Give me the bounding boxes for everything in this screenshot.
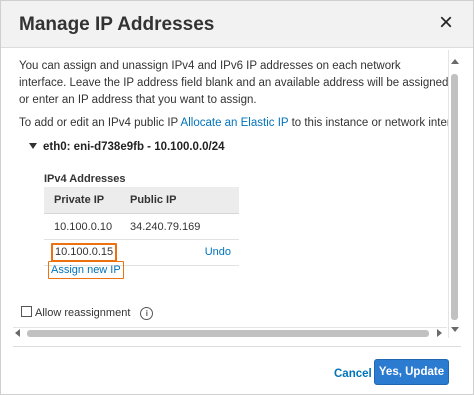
allow-reassignment-checkbox[interactable] <box>21 306 32 317</box>
yes-update-button[interactable]: Yes, Update <box>374 359 449 385</box>
header-private-ip: Private IP <box>54 194 105 206</box>
elastic-ip-line: To add or edit an IPv4 public IP Allocat… <box>19 117 459 129</box>
vertical-scrollbar[interactable] <box>448 50 461 338</box>
cancel-button[interactable]: Cancel <box>334 368 372 380</box>
description-text: You can assign and unassign IPv4 and IPv… <box>19 60 449 106</box>
dialog-title: Manage IP Addresses <box>19 14 215 35</box>
ipv4-section-label: IPv4 Addresses <box>44 173 126 185</box>
allow-reassignment-row: Allow reassignment i <box>21 306 154 320</box>
new-private-ip-input[interactable] <box>51 243 117 262</box>
undo-link[interactable]: Undo <box>205 246 231 258</box>
ipv4-table-header: Private IP Public IP <box>44 187 239 214</box>
close-icon[interactable]: × <box>435 10 457 36</box>
dialog-header: Manage IP Addresses × <box>1 1 473 48</box>
horizontal-scrollbar[interactable] <box>13 327 447 339</box>
elastic-prefix: To add or edit an IPv4 public IP <box>19 117 181 129</box>
scroll-down-icon[interactable] <box>451 327 459 332</box>
vertical-scroll-thumb[interactable] <box>451 74 458 320</box>
interface-label: eth0: eni-d738e9fb - 10.100.0.0/24 <box>43 141 225 153</box>
table-row: 10.100.0.10 34.240.79.169 <box>44 214 239 240</box>
allow-reassignment-label: Allow reassignment <box>35 307 131 319</box>
interface-toggle[interactable]: eth0: eni-d738e9fb - 10.100.0.0/24 <box>29 141 225 153</box>
dialog-body: You can assign and unassign IPv4 and IPv… <box>1 48 459 340</box>
caret-down-icon <box>29 143 37 149</box>
horizontal-scroll-thumb[interactable] <box>27 330 429 337</box>
scroll-right-icon[interactable] <box>437 329 442 337</box>
footer-divider <box>13 346 461 347</box>
allocate-elastic-ip-link[interactable]: Allocate an Elastic IP <box>181 117 289 129</box>
scroll-up-icon[interactable] <box>451 59 459 64</box>
public-ip-value: 34.240.79.169 <box>130 221 201 233</box>
info-icon[interactable]: i <box>140 307 154 320</box>
header-public-ip: Public IP <box>130 194 177 206</box>
assign-new-ip-button[interactable]: Assign new IP <box>48 261 124 279</box>
scroll-left-icon[interactable] <box>15 329 20 337</box>
elastic-suffix: to this instance or network interface. <box>288 117 459 129</box>
manage-ip-dialog: Manage IP Addresses × You can assign and… <box>0 0 474 395</box>
private-ip-value: 10.100.0.10 <box>54 221 113 233</box>
